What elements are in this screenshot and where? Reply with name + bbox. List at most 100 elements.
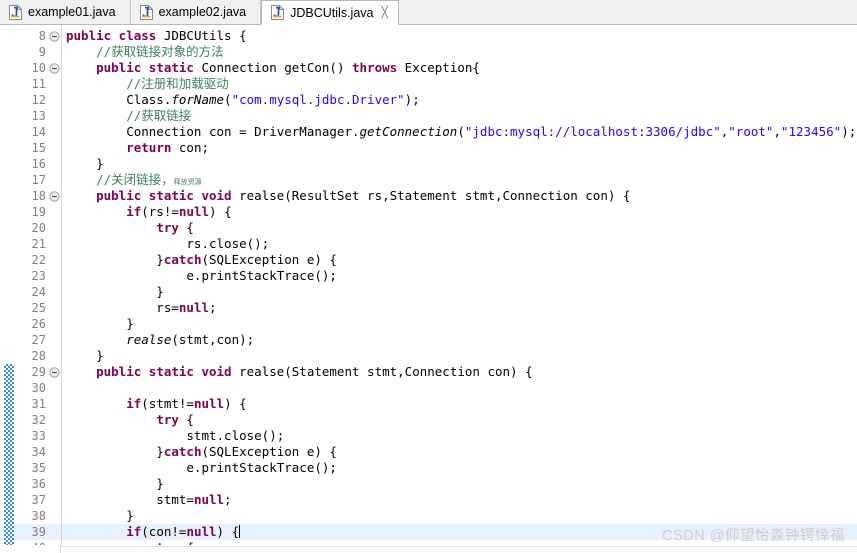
token-plain: Class.	[66, 92, 172, 107]
editor-tab-example02-java[interactable]: example02.java	[130, 0, 262, 24]
code-line[interactable]: 14 Connection con = DriverManager.getCon…	[0, 124, 857, 140]
gutter-bottom-pad	[0, 545, 61, 553]
code-line[interactable]: 35 e.printStackTrace();	[0, 460, 857, 476]
code-editing-area[interactable]: 8 public class JDBCUtils {9 //获取链接对象的方法 10…	[0, 25, 857, 553]
code-text: }	[66, 476, 164, 492]
code-line-current[interactable]: 39 if(con!=null) {	[0, 524, 857, 540]
code-line[interactable]: 28 }	[0, 348, 857, 364]
fold-collapse-icon[interactable]	[49, 63, 60, 74]
fold-collapse-icon[interactable]	[49, 191, 60, 202]
code-line[interactable]: 11 //注册和加载驱动	[0, 76, 857, 92]
code-text: public static void realse(ResultSet rs,S…	[66, 188, 630, 204]
line-number: 15	[31, 141, 46, 155]
editor-tab-jdbcutils-java[interactable]: JDBCUtils.java ╳	[261, 0, 400, 25]
token-plain: Connection getCon()	[193, 60, 352, 75]
code-line[interactable]: 30	[0, 380, 857, 396]
token-cmt: //注册和加载驱动	[66, 76, 229, 91]
code-line[interactable]: 19 if(rs!=null) {	[0, 204, 857, 220]
token-cmt: //获取链接	[66, 108, 192, 123]
code-line[interactable]: 15 return con;	[0, 140, 857, 156]
line-number: 13	[31, 109, 46, 123]
code-line[interactable]: 16 }	[0, 156, 857, 172]
line-number: 19	[31, 205, 46, 219]
line-number: 12	[31, 93, 46, 107]
code-line[interactable]: 23 e.printStackTrace();	[0, 268, 857, 284]
line-number: 37	[31, 493, 46, 507]
token-sm: realse	[126, 332, 172, 347]
code-line[interactable]: 22 }catch(SQLException e) {	[0, 252, 857, 268]
token-plain: stmt.close();	[66, 428, 285, 443]
code-line[interactable]: 13 //获取链接	[0, 108, 857, 124]
fold-collapse-icon[interactable]	[49, 367, 60, 378]
code-line[interactable]: 8 public class JDBCUtils {	[0, 28, 857, 44]
code-line[interactable]: 26 }	[0, 316, 857, 332]
code-line[interactable]: 27 realse(stmt,con);	[0, 332, 857, 348]
token-kw: catch	[163, 252, 202, 267]
token-plain: (SQLException e) {	[201, 252, 337, 267]
token-plain: JDBCUtils {	[156, 28, 247, 43]
token-kw: public static void	[96, 364, 232, 379]
java-file-icon	[139, 4, 153, 20]
token-kw: null	[186, 524, 217, 539]
line-number: 35	[31, 461, 46, 475]
line-number: 16	[31, 157, 46, 171]
fold-collapse-icon[interactable]	[49, 31, 60, 42]
token-kw: null	[193, 396, 225, 411]
line-number: 20	[31, 221, 46, 235]
code-line[interactable]: 31 if(stmt!=null) {	[0, 396, 857, 412]
code-line[interactable]: 34 }catch(SQLException e) {	[0, 444, 857, 460]
code-line[interactable]: 9 //获取链接对象的方法	[0, 44, 857, 60]
line-number: 17	[31, 173, 46, 187]
token-plain: );	[404, 92, 420, 107]
code-line[interactable]: 29 public static void realse(Statement s…	[0, 364, 857, 380]
close-icon[interactable]: ╳	[381, 7, 388, 18]
code-line[interactable]: 32 try {	[0, 412, 857, 428]
code-text: return con;	[66, 140, 209, 156]
token-plain: ;	[209, 300, 217, 315]
code-line[interactable]: 21 rs.close();	[0, 236, 857, 252]
code-line[interactable]: 18 public static void realse(ResultSet r…	[0, 188, 857, 204]
line-number: 33	[31, 429, 46, 443]
token-plain: }	[66, 476, 164, 491]
token-plain: ) {	[209, 204, 232, 219]
token-plain: );	[841, 124, 857, 139]
code-line[interactable]: 10 public static Connection getCon() thr…	[0, 60, 857, 76]
token-plain: }	[66, 252, 164, 267]
token-kw: if	[126, 524, 142, 539]
token-plain: (rs!=	[141, 204, 179, 219]
line-number: 31	[31, 397, 46, 411]
code-text: Connection con = DriverManager.getConnec…	[66, 124, 856, 140]
code-line[interactable]: 17 //关闭链接，释放资源	[0, 172, 857, 188]
code-text: e.printStackTrace();	[66, 268, 337, 284]
token-plain: (stmt!=	[141, 396, 194, 411]
code-line[interactable]: 25 rs=null;	[0, 300, 857, 316]
code-line[interactable]: 20 try {	[0, 220, 857, 236]
line-number: 32	[31, 413, 46, 427]
token-plain: con;	[171, 140, 210, 155]
code-line[interactable]: 24 }	[0, 284, 857, 300]
token-plain: {	[178, 220, 194, 235]
token-plain: (	[224, 92, 232, 107]
editor-tab-example01-java[interactable]: example01.java	[0, 0, 131, 24]
token-str: "com.mysql.jdbc.Driver"	[231, 92, 405, 107]
text-caret	[239, 525, 241, 538]
code-line[interactable]: 37 stmt=null;	[0, 492, 857, 508]
code-line[interactable]: 36 }	[0, 476, 857, 492]
editor-tab-bar: example01.java example02.java JDBCUtils.ja…	[0, 0, 857, 25]
token-kw: return	[126, 140, 172, 155]
token-plain: }	[66, 284, 164, 299]
code-line[interactable]: 38 }	[0, 508, 857, 524]
token-plain: Exception{	[397, 60, 480, 75]
token-plain: e.printStackTrace();	[66, 460, 337, 475]
code-line[interactable]: 12 Class.forName("com.mysql.jdbc.Driver"…	[0, 92, 857, 108]
code-text: }	[66, 284, 164, 300]
token-plain: }	[66, 156, 104, 171]
code-line[interactable]: 33 stmt.close();	[0, 428, 857, 444]
token-plain: ) {	[216, 524, 240, 539]
code-text: try {	[66, 412, 194, 428]
